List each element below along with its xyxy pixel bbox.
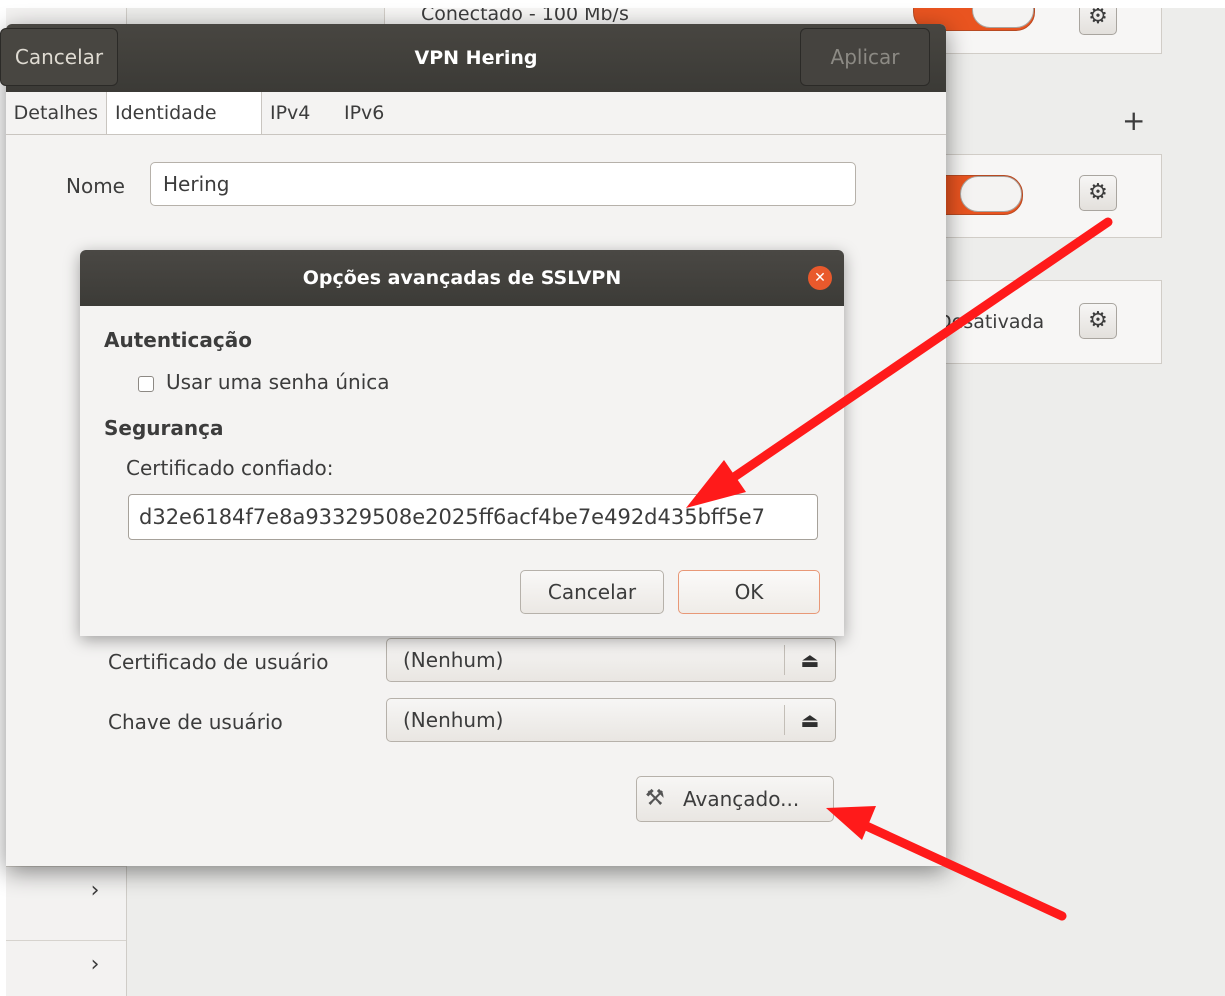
vpn-settings-button[interactable]: ⚙ bbox=[1079, 175, 1117, 211]
name-label: Nome bbox=[66, 174, 125, 198]
add-vpn-button[interactable]: + bbox=[1122, 104, 1145, 137]
cancel-button[interactable]: Cancelar bbox=[520, 570, 664, 614]
user-key-chooser[interactable]: (Nenhum) ⏏ bbox=[386, 698, 836, 742]
ok-button[interactable]: OK bbox=[678, 570, 820, 614]
one-time-password-label[interactable]: Usar uma senha única bbox=[166, 370, 390, 394]
name-input[interactable]: Hering bbox=[150, 162, 856, 206]
file-open-icon: ⏏ bbox=[800, 648, 820, 672]
advanced-button[interactable]: ⚒ Avançado... bbox=[636, 776, 834, 822]
sidebar-row[interactable]: › bbox=[6, 866, 126, 919]
sidebar-row[interactable]: › bbox=[6, 940, 126, 993]
gear-icon: ⚙ bbox=[1088, 8, 1108, 29]
vpn-dialog-header: VPN Hering Cancelar Aplicar bbox=[0, 24, 946, 92]
apply-button[interactable]: Aplicar bbox=[800, 28, 930, 86]
user-certificate-label: Certificado de usuário bbox=[108, 650, 329, 674]
trusted-certificate-input[interactable]: d32e6184f7e8a93329508e2025ff6acf4be7e492… bbox=[128, 494, 818, 540]
one-time-password-checkbox[interactable] bbox=[138, 376, 154, 392]
close-icon[interactable]: ✕ bbox=[808, 266, 832, 290]
tab-identity[interactable]: Identidade bbox=[106, 92, 262, 134]
user-key-label: Chave de usuário bbox=[108, 710, 283, 734]
tab-ipv6[interactable]: IPv6 bbox=[336, 92, 406, 134]
chevron-right-icon: › bbox=[90, 878, 100, 903]
sslvpn-advanced-dialog: Opções avançadas de SSLVPN ✕ Autenticaçã… bbox=[80, 250, 844, 636]
gear-icon: ⚙ bbox=[1088, 308, 1108, 333]
file-open-icon: ⏏ bbox=[800, 708, 820, 732]
trusted-certificate-label: Certificado confiado: bbox=[126, 456, 334, 480]
security-heading: Segurança bbox=[104, 416, 224, 440]
cancel-button[interactable]: Cancelar bbox=[0, 28, 118, 86]
tools-icon: ⚒ bbox=[645, 786, 665, 811]
gear-icon: ⚙ bbox=[1088, 180, 1108, 205]
advanced-dialog-header: Opções avançadas de SSLVPN ✕ bbox=[80, 250, 844, 306]
tab-ipv4[interactable]: IPv4 bbox=[262, 92, 332, 134]
vpn-tabs: Detalhes Identidade IPv4 IPv6 bbox=[6, 92, 946, 135]
proxy-settings-button[interactable]: ⚙ bbox=[1079, 303, 1117, 339]
user-key-value: (Nenhum) bbox=[403, 708, 504, 732]
tab-details[interactable]: Detalhes bbox=[0, 92, 106, 134]
chevron-right-icon: › bbox=[90, 952, 100, 977]
advanced-dialog-title: Opções avançadas de SSLVPN bbox=[302, 267, 622, 289]
wired-settings-button[interactable]: ⚙ bbox=[1079, 8, 1117, 35]
authentication-heading: Autenticação bbox=[104, 328, 252, 352]
advanced-button-label: Avançado... bbox=[683, 787, 800, 811]
user-certificate-chooser[interactable]: (Nenhum) ⏏ bbox=[386, 638, 836, 682]
proxy-status-text: Desativada bbox=[937, 311, 1045, 333]
wired-status-text: Conectado - 100 Mb/s bbox=[421, 8, 629, 25]
user-certificate-value: (Nenhum) bbox=[403, 648, 504, 672]
